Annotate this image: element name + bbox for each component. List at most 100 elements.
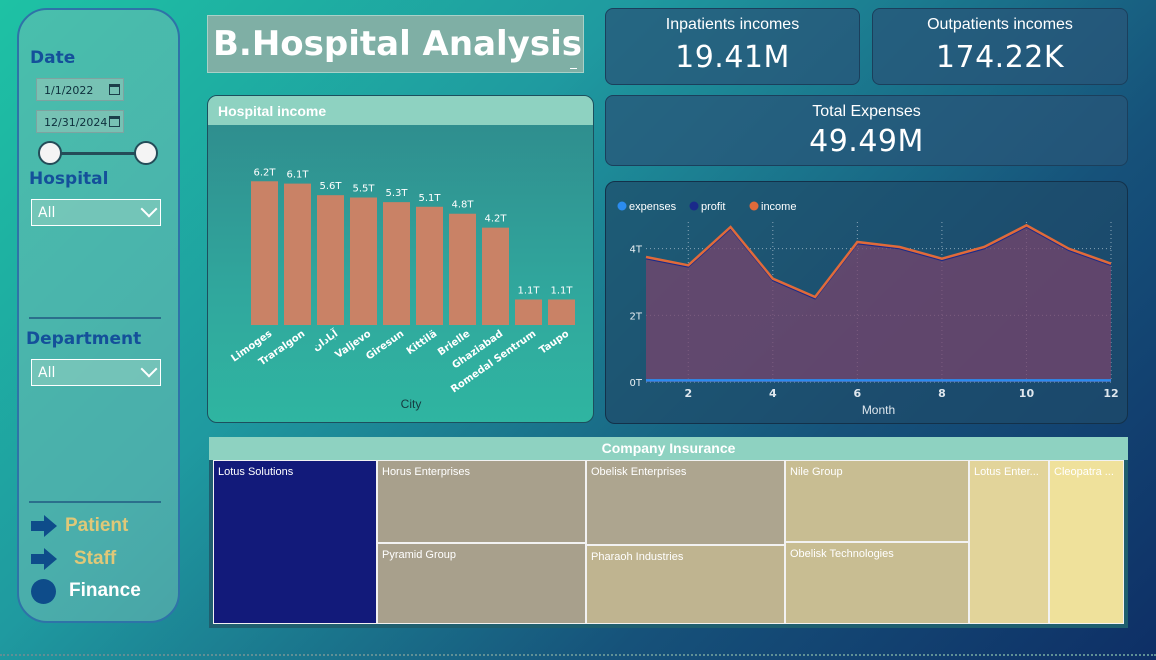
- date-slider-end-handle[interactable]: [134, 141, 158, 165]
- chevron-down-icon: [140, 200, 158, 218]
- x-tick-label: 2: [684, 387, 692, 400]
- kpi-outpatients-label: Outpatients incomes: [927, 16, 1073, 33]
- profit-area: [646, 227, 1111, 382]
- legend-marker: [617, 201, 627, 211]
- legend-label: income: [761, 201, 796, 213]
- circle-icon: [31, 578, 56, 604]
- treemap-tile[interactable]: Lotus Enter...: [969, 460, 1049, 624]
- nav-label-finance: Finance: [69, 580, 141, 601]
- nav-item-staff[interactable]: Staff: [31, 544, 116, 574]
- x-tick-label: 6: [854, 387, 862, 400]
- kpi-outpatients-value: 174.22K: [935, 40, 1065, 75]
- x-tick-label: Kittilä: [405, 328, 439, 357]
- bar-data-label: 1.1T: [550, 286, 573, 297]
- treemap-tile[interactable]: Obelisk Enterprises: [586, 460, 785, 545]
- x-axis-label: City: [401, 397, 422, 411]
- date-start-value: 1/1/2022: [44, 84, 94, 97]
- treemap-title: Company Insurance: [209, 437, 1128, 460]
- bar[interactable]: [284, 183, 311, 325]
- page-title: B.Hospital Analysis: [213, 24, 582, 64]
- hospital-dropdown-value: All: [38, 205, 56, 221]
- x-tick-label: 12: [1103, 387, 1118, 400]
- treemap-tile[interactable]: Horus Enterprises: [377, 460, 586, 543]
- bar[interactable]: [482, 227, 509, 325]
- legend-label: expenses: [629, 201, 677, 213]
- sidebar-divider-bottom: [29, 501, 161, 503]
- x-tick-label: Giresun: [364, 328, 406, 362]
- y-tick-label: 2T: [630, 311, 643, 322]
- bar-data-label: 5.1T: [418, 193, 441, 204]
- bar[interactable]: [449, 213, 476, 325]
- date-filter-label: Date: [30, 48, 76, 68]
- filter-sidebar: Date 1/1/2022 12/31/2024 Hospital All De…: [17, 8, 180, 623]
- treemap-tile[interactable]: Cleopatra ...: [1049, 460, 1124, 624]
- hospital-filter-label: Hospital: [29, 169, 109, 189]
- nav-item-patient[interactable]: Patient: [31, 511, 128, 541]
- bar-data-label: 5.6T: [319, 181, 342, 192]
- kpi-inpatients-value: 19.41M: [675, 40, 790, 75]
- treemap-tile[interactable]: Pharaoh Industries: [586, 545, 785, 624]
- bar[interactable]: [548, 299, 575, 326]
- x-tick-label: 4: [769, 387, 777, 400]
- bottom-dotted-border: [0, 654, 1156, 656]
- hospital-dropdown[interactable]: All: [31, 199, 161, 226]
- x-tick-label: 10: [1019, 387, 1035, 400]
- department-filter-label: Department: [26, 329, 142, 349]
- bar[interactable]: [416, 206, 443, 325]
- hospital-income-title: Hospital income: [208, 96, 593, 125]
- treemap-tile[interactable]: Nile Group: [785, 460, 969, 542]
- arrow-right-icon: [31, 515, 57, 537]
- kpi-card-outpatients: Outpatients incomes 174.22K: [872, 8, 1128, 85]
- kpi-inpatients-label: Inpatients incomes: [665, 16, 800, 33]
- arrow-right-icon: [31, 548, 57, 570]
- y-tick-label: 4T: [630, 245, 643, 256]
- company-insurance-treemap: Company Insurance Lotus Solutions Horus E…: [209, 437, 1128, 628]
- sidebar-divider: [29, 317, 161, 319]
- calendar-icon[interactable]: [109, 84, 120, 95]
- bar-data-label: 4.8T: [451, 200, 474, 211]
- hospital-income-chart: 6.2TLimoges6.1TTraralgon5.6Tآبادان5.5TVa…: [229, 167, 575, 411]
- bar-data-label: 1.1T: [517, 286, 540, 297]
- nav-label-staff: Staff: [74, 548, 117, 569]
- title-banner: B.Hospital Analysis: [207, 15, 584, 73]
- chevron-down-icon: [140, 360, 158, 378]
- bar[interactable]: [383, 202, 410, 325]
- date-end-input[interactable]: 12/31/2024: [36, 110, 124, 133]
- department-dropdown-value: All: [38, 365, 56, 381]
- legend-marker: [689, 201, 699, 211]
- monthly-finance-chart: expenses profit income 0T 2T 4T 2 4 6 8 10 12 Month: [617, 201, 1119, 417]
- treemap-tile[interactable]: Lotus Solutions: [213, 460, 377, 624]
- bar[interactable]: [317, 195, 344, 325]
- title-resize-mark: [570, 68, 577, 69]
- bar[interactable]: [251, 181, 278, 325]
- hospital-income-card: Hospital income 6.2T Limoges 6.1T Traralgon…: [207, 95, 594, 423]
- kpi-expenses-label: Total Expenses: [812, 103, 921, 120]
- bar[interactable]: [515, 299, 542, 326]
- legend-marker: [749, 201, 759, 211]
- date-start-input[interactable]: 1/1/2022: [36, 78, 124, 101]
- kpi-card-total-expenses: Total Expenses 49.49M: [605, 95, 1128, 166]
- department-dropdown[interactable]: All: [31, 359, 161, 386]
- bar-data-label: 5.3T: [385, 188, 408, 199]
- date-range-slider[interactable]: [49, 152, 147, 155]
- bar-data-label: 5.5T: [352, 184, 375, 195]
- treemap-tile[interactable]: Obelisk Technologies: [785, 542, 969, 624]
- bar[interactable]: [350, 197, 377, 326]
- kpi-expenses-value: 49.49M: [809, 124, 924, 159]
- bar-data-label: 6.1T: [286, 170, 309, 181]
- x-tick-label: Taupo: [538, 328, 572, 356]
- x-tick-label: 8: [938, 387, 946, 400]
- date-slider-start-handle[interactable]: [38, 141, 62, 165]
- treemap-tile[interactable]: Pyramid Group: [377, 543, 586, 624]
- bar-data-label: 4.2T: [484, 214, 507, 225]
- x-axis-label: Month: [862, 403, 895, 417]
- legend-label: profit: [701, 201, 725, 213]
- treemap-body: Lotus Solutions Horus Enterprises Pyramid …: [209, 460, 1128, 628]
- bar-data-label: 6.2T: [253, 167, 276, 178]
- kpi-card-inpatients: Inpatients incomes 19.41M: [605, 8, 860, 85]
- calendar-icon[interactable]: [109, 116, 120, 127]
- date-end-value: 12/31/2024: [44, 116, 108, 129]
- monthly-finance-card: expenses profit income 0T 2T 4T 2 4 6 8 10 12 Month: [605, 181, 1128, 424]
- nav-label-patient: Patient: [65, 515, 129, 536]
- nav-item-finance[interactable]: Finance: [31, 576, 141, 606]
